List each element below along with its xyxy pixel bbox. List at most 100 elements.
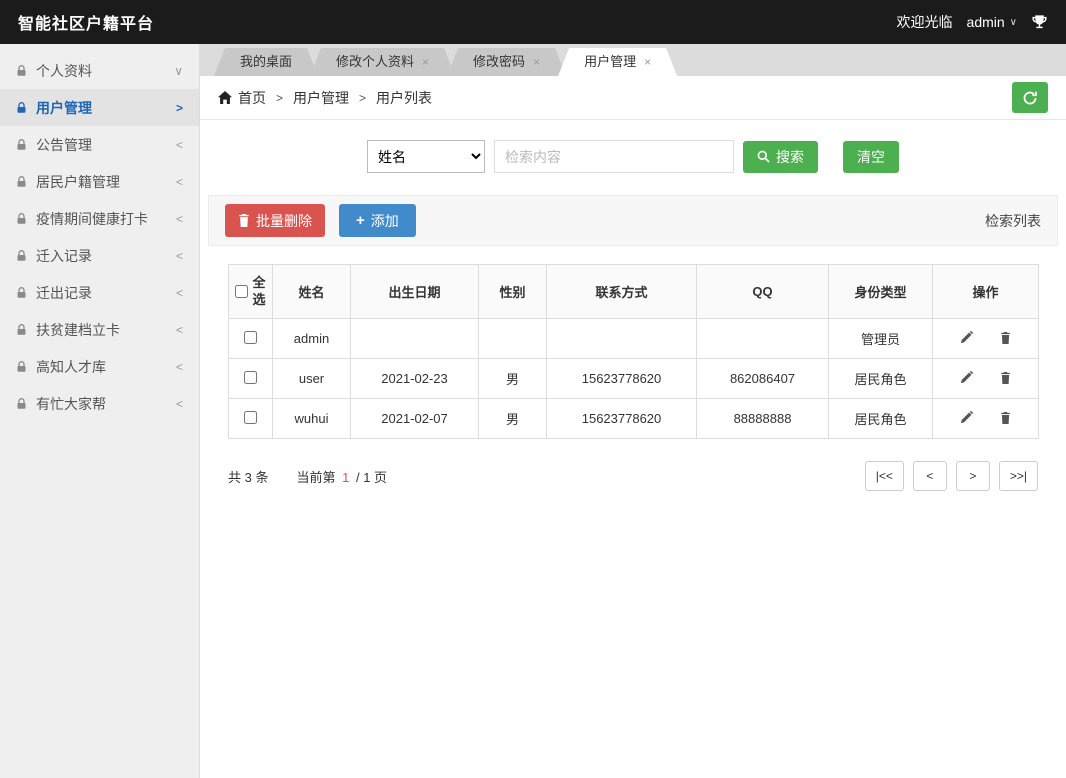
sidebar-item-label: 有忙大家帮: [36, 394, 106, 414]
edit-icon[interactable]: [960, 371, 973, 384]
chevron-icon: >: [176, 101, 183, 115]
app-title: 智能社区户籍平台: [18, 10, 154, 34]
cell-actions: [933, 399, 1039, 439]
topbar: 智能社区户籍平台 欢迎光临 admin ∨: [0, 0, 1066, 44]
cell-name: wuhui: [273, 399, 351, 439]
row-checkbox[interactable]: [244, 331, 257, 344]
tab-edit-profile[interactable]: 修改个人资料 ×: [310, 48, 455, 76]
sidebar-item-label: 个人资料: [36, 61, 92, 81]
lock-icon: [16, 213, 27, 225]
delete-icon[interactable]: [1000, 412, 1011, 424]
table-row: wuhui 2021-02-07 男 15623778620 88888888 …: [229, 399, 1039, 439]
sidebar-item-household[interactable]: 居民户籍管理 <: [0, 163, 199, 200]
trash-icon: [238, 214, 250, 227]
cell-phone: [547, 319, 697, 359]
breadcrumb-section[interactable]: 用户管理: [293, 88, 349, 108]
pagination: 共 3 条 当前第 1 / 1 页 |<< < > >>|: [228, 461, 1038, 491]
delete-icon[interactable]: [1000, 372, 1011, 384]
sidebar-item-move-in[interactable]: 迁入记录 <: [0, 237, 199, 274]
table-header-row: 全选 姓名 出生日期 性别 联系方式 QQ 身份类型 操作: [229, 265, 1039, 319]
chevron-icon: <: [176, 249, 183, 263]
breadcrumb-home[interactable]: 首页: [238, 88, 266, 108]
tab-desktop[interactable]: 我的桌面: [214, 48, 318, 76]
close-icon[interactable]: ×: [644, 56, 651, 68]
sidebar-item-label: 高知人才库: [36, 357, 106, 377]
add-button-label: 添加: [371, 211, 399, 231]
tab-change-password[interactable]: 修改密码 ×: [447, 48, 566, 76]
col-header-qq: QQ: [697, 265, 829, 319]
search-button-label: 搜索: [776, 147, 804, 167]
lock-icon: [16, 287, 27, 299]
edit-icon[interactable]: [960, 331, 973, 344]
lock-icon: [16, 361, 27, 373]
cell-phone: 15623778620: [547, 399, 697, 439]
sidebar-item-label: 迁入记录: [36, 246, 92, 266]
page-count-suffix: / 1 页: [356, 470, 387, 485]
cell-role: 管理员: [829, 319, 933, 359]
chevron-icon: ∨: [174, 64, 183, 78]
cell-gender: [479, 319, 547, 359]
row-checkbox[interactable]: [244, 411, 257, 424]
breadcrumb: 首页 > 用户管理 > 用户列表: [200, 76, 1066, 120]
search-button[interactable]: 搜索: [743, 141, 818, 173]
sidebar-item-label: 迁出记录: [36, 283, 92, 303]
sidebar-item-talent-pool[interactable]: 高知人才库 <: [0, 348, 199, 385]
user-table: 全选 姓名 出生日期 性别 联系方式 QQ 身份类型 操作 admin 管理员: [228, 264, 1039, 439]
cell-gender: 男: [479, 359, 547, 399]
list-toolbar: 批量删除 + 添加 检索列表: [208, 195, 1058, 246]
sidebar-item-label: 扶贫建档立卡: [36, 320, 120, 340]
close-icon[interactable]: ×: [533, 56, 540, 68]
sidebar-item-profile[interactable]: 个人资料 ∨: [0, 52, 199, 89]
lock-icon: [16, 398, 27, 410]
batch-delete-label: 批量删除: [256, 211, 312, 231]
search-row: 姓名 搜索 清空: [200, 140, 1066, 173]
sidebar-item-poverty-files[interactable]: 扶贫建档立卡 <: [0, 311, 199, 348]
select-all-checkbox[interactable]: [235, 285, 248, 298]
current-page-number: 1: [342, 470, 349, 485]
home-icon: [218, 91, 232, 104]
cell-birthdate: 2021-02-07: [351, 399, 479, 439]
cell-role: 居民角色: [829, 399, 933, 439]
delete-icon[interactable]: [1000, 332, 1011, 344]
table-row: admin 管理员: [229, 319, 1039, 359]
batch-delete-button[interactable]: 批量删除: [225, 204, 325, 237]
lock-icon: [16, 324, 27, 336]
refresh-button[interactable]: [1012, 82, 1048, 113]
search-input[interactable]: [494, 140, 734, 173]
edit-icon[interactable]: [960, 411, 973, 424]
tab-user-management[interactable]: 用户管理 ×: [558, 48, 677, 76]
search-field-select[interactable]: 姓名: [367, 140, 485, 173]
next-page-button[interactable]: >: [956, 461, 990, 491]
tab-label: 我的桌面: [240, 48, 292, 76]
select-all-label: 全选: [252, 275, 266, 308]
search-icon: [757, 150, 770, 163]
sidebar-item-announcements[interactable]: 公告管理 <: [0, 126, 199, 163]
row-checkbox[interactable]: [244, 371, 257, 384]
sidebar-item-user-management[interactable]: 用户管理 >: [0, 89, 199, 126]
lock-icon: [16, 250, 27, 262]
pager-buttons: |<< < > >>|: [865, 461, 1038, 491]
list-title: 检索列表: [985, 211, 1041, 231]
sidebar-item-health-checkin[interactable]: 疫情期间健康打卡 <: [0, 200, 199, 237]
cell-birthdate: 2021-02-23: [351, 359, 479, 399]
sidebar-item-label: 居民户籍管理: [36, 172, 120, 192]
trophy-icon[interactable]: [1031, 14, 1048, 31]
total-count: 共 3 条: [228, 467, 268, 486]
sidebar-item-move-out[interactable]: 迁出记录 <: [0, 274, 199, 311]
close-icon[interactable]: ×: [422, 56, 429, 68]
user-menu[interactable]: admin ∨: [967, 14, 1017, 30]
chevron-icon: <: [176, 360, 183, 374]
sidebar-item-help[interactable]: 有忙大家帮 <: [0, 385, 199, 422]
last-page-button[interactable]: >>|: [999, 461, 1038, 491]
cell-qq: [697, 319, 829, 359]
chevron-icon: <: [176, 138, 183, 152]
prev-page-button[interactable]: <: [913, 461, 947, 491]
col-header-role: 身份类型: [829, 265, 933, 319]
clear-button-label: 清空: [857, 147, 885, 167]
add-button[interactable]: + 添加: [339, 204, 416, 237]
refresh-icon: [1022, 90, 1038, 106]
first-page-button[interactable]: |<<: [865, 461, 904, 491]
col-header-name: 姓名: [273, 265, 351, 319]
clear-button[interactable]: 清空: [843, 141, 899, 173]
current-page-label: 当前第: [296, 470, 335, 485]
